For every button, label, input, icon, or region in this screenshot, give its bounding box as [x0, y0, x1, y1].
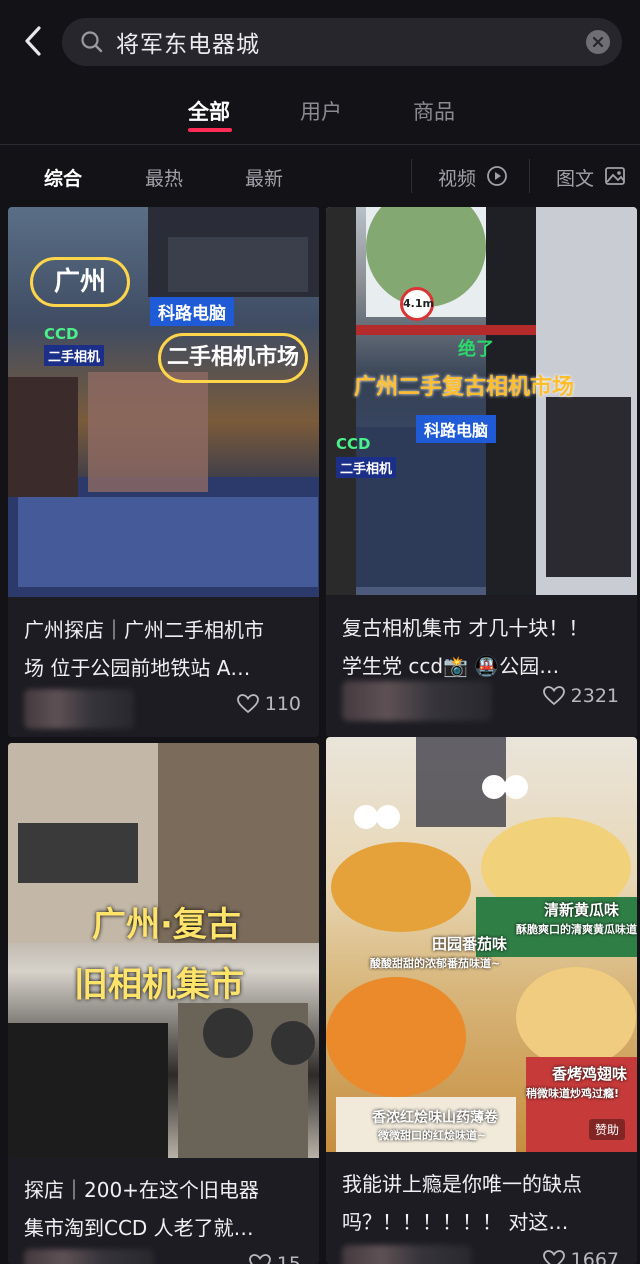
card-title-line: 我能讲上瘾是你唯一的缺点	[342, 1172, 582, 1196]
back-button[interactable]	[18, 24, 48, 58]
like-count: 15	[276, 1253, 301, 1264]
image-icon[interactable]	[604, 165, 626, 187]
filter-separator	[411, 159, 412, 193]
overlay-tag-guangzhou: 广州	[30, 257, 130, 307]
search-input[interactable]: 将军东电器城	[62, 18, 622, 66]
result-card[interactable]: 4.1m 绝了 广州二手复古相机市场 科路电脑 CCD 二手相机 复古相机集市 …	[326, 207, 637, 737]
like-button[interactable]: 15	[248, 1253, 301, 1264]
filter-newest[interactable]: 最新	[245, 164, 283, 191]
heart-icon	[542, 686, 565, 706]
card-title-line: 探店｜200+在这个旧电器	[24, 1178, 259, 1202]
filter-comprehensive[interactable]: 综合	[44, 164, 82, 191]
overlay-flavor-1-desc: 酥脆爽口的清爽黄瓜味道~	[516, 923, 637, 936]
play-circle-icon[interactable]	[486, 165, 508, 187]
card-title: 探店｜200+在这个旧电器 集市淘到CCD 人老了就…	[24, 1171, 305, 1247]
tab-users[interactable]: 用户	[300, 96, 342, 126]
back-arrow-icon	[25, 26, 41, 56]
filter-row: 综合 最热 最新 视频 图文	[0, 145, 640, 205]
search-query: 将军东电器城	[116, 32, 260, 58]
like-button[interactable]: 2321	[542, 685, 619, 707]
search-icon	[81, 31, 103, 53]
result-card[interactable]: 广州 科路电脑 CCD 二手相机 二手相机市场 广州探店｜广州二手相机市 场 位…	[8, 207, 319, 737]
camera-shop-scene	[326, 207, 637, 595]
filter-image-text[interactable]: 图文	[556, 164, 594, 191]
tab-all[interactable]: 全部	[188, 96, 230, 126]
result-card[interactable]: 广州·复古 旧相机集市 探店｜200+在这个旧电器 集市淘到CCD 人老了就… …	[8, 743, 319, 1264]
overlay-sign-kelu: 科路电脑	[416, 415, 497, 443]
card-thumbnail: 4.1m 绝了 广州二手复古相机市场 科路电脑 CCD 二手相机	[326, 207, 637, 595]
card-title-line: 集市淘到CCD 人老了就…	[24, 1216, 254, 1240]
close-icon	[592, 36, 604, 48]
overlay-sign-secondhand: 二手相机	[44, 345, 105, 366]
sponsored-badge: 赞助	[588, 1119, 625, 1140]
like-count: 2321	[570, 685, 619, 707]
card-title-line: 复古相机集市 才几十块！！	[342, 616, 589, 640]
primary-tabs: 全部 用户 商品	[0, 84, 640, 144]
card-footer: 110	[8, 685, 319, 729]
author-avatar[interactable]	[24, 689, 134, 729]
retro-camera-market-scene	[8, 743, 319, 1158]
overlay-flavor-3: 香烤鸡翅味	[552, 1065, 628, 1083]
card-thumbnail: 清新黄瓜味 酥脆爽口的清爽黄瓜味道~ 田园番茄味 酸酸甜甜的浓郁番茄味道~ 香烤…	[326, 737, 637, 1152]
card-title-line: 场 位于公园前地铁站 A…	[24, 656, 251, 680]
overlay-line2: 旧相机集市	[74, 965, 244, 1005]
card-title: 复古相机集市 才几十块！！ 学生党 ccd📸 🚇公园…	[342, 609, 623, 685]
overlay-exclaim: 绝了	[458, 339, 494, 360]
like-count: 110	[264, 693, 301, 715]
heart-icon	[542, 1250, 565, 1264]
card-footer: 2321	[326, 677, 637, 721]
clear-search-button[interactable]	[586, 30, 610, 54]
author-avatar[interactable]	[342, 681, 492, 721]
card-footer: 15	[8, 1245, 319, 1264]
author-avatar[interactable]	[342, 1245, 472, 1264]
active-tab-indicator	[188, 128, 232, 132]
card-title-line: 吗？！！！！！！ 对这…	[342, 1210, 569, 1234]
result-card[interactable]: 清新黄瓜味 酥脆爽口的清爽黄瓜味道~ 田园番茄味 酸酸甜甜的浓郁番茄味道~ 香烤…	[326, 737, 637, 1264]
filter-hottest[interactable]: 最热	[145, 164, 183, 191]
overlay-line1: 广州·复古	[92, 905, 241, 945]
search-header: 将军东电器城	[0, 0, 640, 84]
overlay-headline: 广州二手复古相机市场	[354, 375, 575, 400]
overlay-flavor-2-desc: 酸酸甜甜的浓郁番茄味道~	[370, 957, 501, 970]
filter-video[interactable]: 视频	[438, 164, 476, 191]
tab-products[interactable]: 商品	[413, 96, 455, 126]
overlay-sign-secondhand: 二手相机	[336, 457, 397, 478]
overlay-flavor-4: 香浓红烩味山药薄卷	[372, 1110, 498, 1126]
overlay-tag-market: 二手相机市场	[158, 333, 308, 383]
card-thumbnail: 广州·复古 旧相机集市	[8, 743, 319, 1158]
card-title-line: 广州探店｜广州二手相机市	[24, 618, 264, 642]
author-avatar[interactable]	[24, 1249, 154, 1264]
like-count: 1667	[570, 1249, 619, 1264]
overlay-flavor-1: 清新黄瓜味	[544, 901, 620, 919]
card-footer: 1667	[326, 1241, 637, 1264]
overlay-flavor-4-desc: 微微甜口的红烩味道~	[378, 1129, 487, 1142]
overlay-sign-ccd: CCD	[44, 325, 79, 343]
heart-icon	[236, 694, 259, 714]
height-limit-sign: 4.1m	[400, 287, 434, 321]
like-button[interactable]: 110	[236, 693, 301, 715]
card-thumbnail: 广州 科路电脑 CCD 二手相机 二手相机市场	[8, 207, 319, 597]
card-title: 广州探店｜广州二手相机市 场 位于公园前地铁站 A…	[24, 611, 305, 687]
card-title: 我能讲上瘾是你唯一的缺点 吗？！！！！！！ 对这…	[342, 1165, 623, 1241]
overlay-sign-ccd: CCD	[336, 435, 371, 453]
overlay-flavor-3-desc: 稍微味道炒鸡过瘾!	[526, 1087, 620, 1100]
filter-separator	[529, 159, 530, 193]
heart-icon	[248, 1254, 271, 1264]
overlay-flavor-2: 田园番茄味	[432, 935, 508, 953]
like-button[interactable]: 1667	[542, 1249, 619, 1264]
overlay-sign-kelu: 科路电脑	[150, 297, 234, 326]
